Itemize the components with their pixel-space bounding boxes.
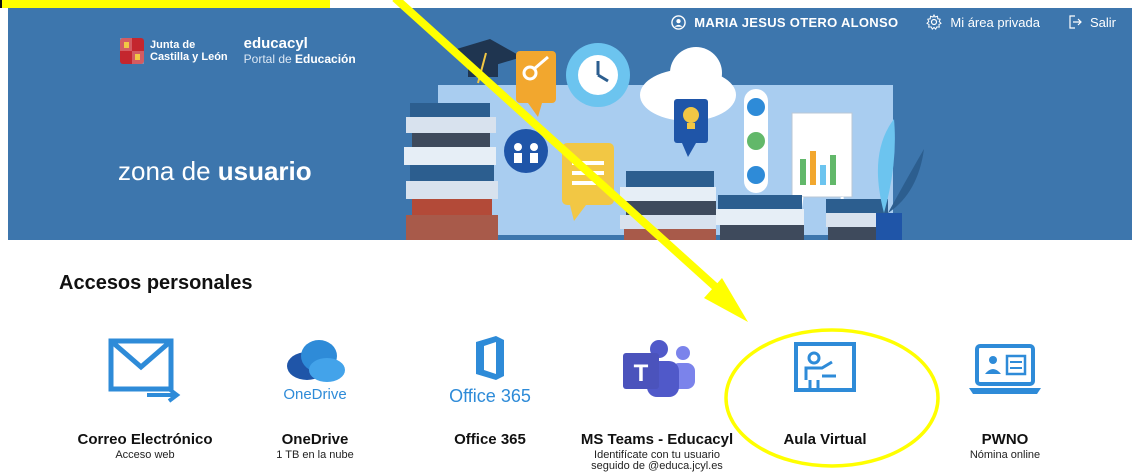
junta-line2: Castilla y León: [150, 51, 228, 63]
card-virtual-classroom-icon-wrap: [740, 325, 910, 415]
card-virtual-classroom-name: Aula Virtual: [783, 431, 867, 448]
card-office365[interactable]: Office 365 Office 365: [405, 325, 575, 448]
personal-access-grid: Correo Electrónico Acceso web OneDrive O…: [0, 325, 1144, 475]
section-title: Accesos personales: [59, 272, 253, 294]
card-onedrive-icon-wrap: OneDrive: [230, 325, 400, 415]
zone-heading-bold: usuario: [217, 156, 312, 186]
card-office365-name: Office 365: [454, 431, 526, 448]
card-virtual-classroom[interactable]: Aula Virtual: [740, 325, 910, 448]
office365-icon: [476, 335, 504, 380]
card-teams-desc-2: seguido de @educa.jcyl.es: [591, 460, 723, 472]
private-area-label: Mi área privada: [950, 14, 1040, 30]
logout-link[interactable]: Salir: [1068, 15, 1116, 30]
card-email-name: Correo Electrónico: [77, 431, 213, 448]
card-teams-name: MS Teams - Educacyl: [580, 431, 734, 448]
card-onedrive-name: OneDrive: [281, 431, 349, 448]
zone-heading: zona de usuario: [118, 156, 312, 187]
coat-of-arms-icon: [120, 38, 144, 64]
onedrive-icon: [287, 339, 345, 382]
pointer-arrow-head-icon: [704, 278, 748, 322]
payroll-icon: [969, 344, 1041, 394]
clock-gear-icon: [566, 43, 630, 107]
logout-icon: [1069, 15, 1082, 29]
card-onedrive-desc: 1 TB en la nube: [276, 449, 354, 461]
portal-brand: educacyl Portal de Educación: [243, 35, 356, 67]
private-area-link[interactable]: Mi área privada: [926, 14, 1040, 30]
portal-logo[interactable]: Junta de Castilla y León educacyl Portal…: [118, 36, 356, 66]
hero-banner: MARIA JESUS OTERO ALONSO Mi área privada…: [8, 8, 1132, 240]
card-pwno-desc: Nómina online: [969, 449, 1041, 461]
card-email-icon-wrap: [60, 325, 230, 415]
portal-subtitle-prefix: Portal de: [243, 52, 296, 66]
card-teams[interactable]: T MS Teams - Educacyl Identifícate con t…: [572, 325, 742, 472]
mail-icon: [108, 338, 181, 403]
onedrive-logo-text: OneDrive: [283, 385, 347, 403]
books-stack-middle-icon: [620, 171, 716, 240]
communication-icons: [744, 89, 768, 193]
card-pwno[interactable]: PWNO Nómina online: [920, 325, 1090, 461]
team-bubble-icon: [504, 129, 548, 173]
office365-logo-text: Office 365: [449, 385, 531, 406]
card-pwno-name: PWNO: [981, 431, 1029, 448]
card-teams-icon-wrap: T: [572, 325, 742, 415]
books-stack-left-icon: [404, 103, 498, 240]
education-illustration: [404, 39, 924, 240]
card-email-desc: Acceso web: [115, 449, 175, 461]
junta-line1: Junta de: [150, 39, 196, 51]
teams-icon: T: [623, 340, 695, 397]
portal-title: educacyl: [243, 35, 308, 52]
svg-text:T: T: [634, 360, 649, 387]
portal-subtitle: Portal de Educación: [244, 52, 356, 66]
graduation-cap-icon: [450, 39, 522, 84]
card-onedrive[interactable]: OneDrive OneDrive 1 TB en la nube: [230, 325, 400, 461]
portal-subtitle-bold: Educación: [295, 52, 356, 66]
card-office365-icon-wrap: Office 365: [405, 325, 575, 415]
card-pwno-icon-wrap: [920, 325, 1090, 415]
zone-heading-prefix: zona de: [118, 156, 218, 186]
junta-name: Junta de Castilla y León: [150, 39, 228, 63]
highlight-bar: [0, 0, 330, 8]
card-email[interactable]: Correo Electrónico Acceso web: [60, 325, 230, 461]
logout-label: Salir: [1089, 14, 1116, 30]
classroom-icon: [794, 342, 856, 392]
